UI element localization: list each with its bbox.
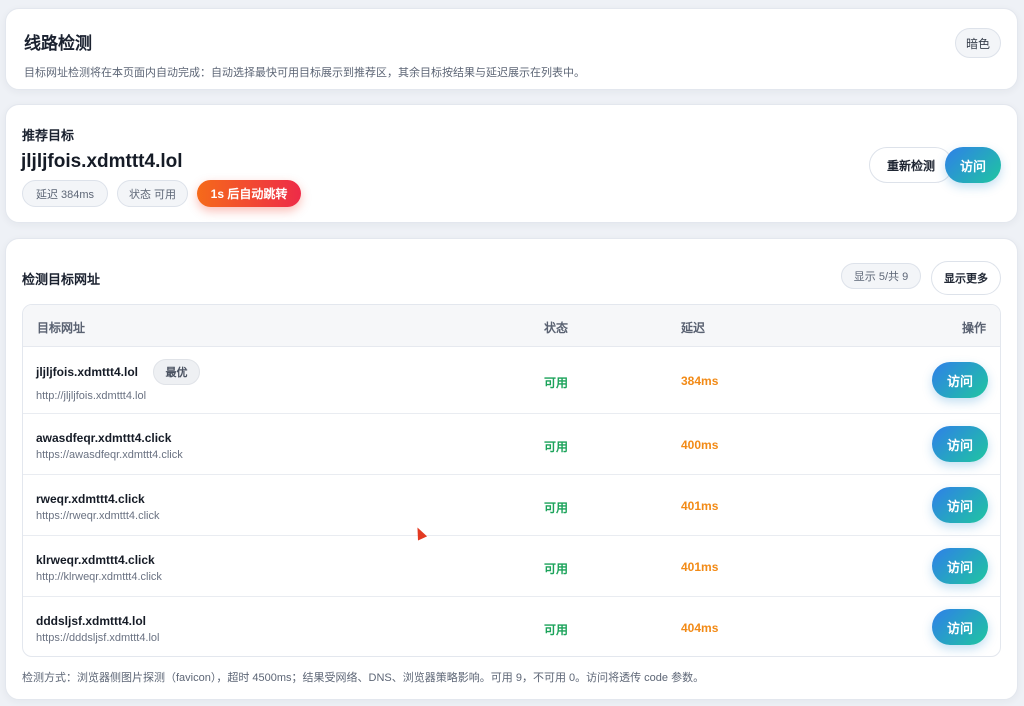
row-latency: 384ms xyxy=(681,374,719,388)
table-row: klrweqr.xdmttt4.click http://klrweqr.xdm… xyxy=(23,536,1000,597)
recommended-visit-button[interactable]: 访问 xyxy=(945,147,1001,183)
row-latency: 404ms xyxy=(681,621,719,635)
detection-footnote: 检测方式：浏览器侧图片探测（favicon），超时 4500ms；结果受网络、D… xyxy=(22,672,705,684)
theme-toggle-button[interactable]: 暗色 xyxy=(955,28,1001,58)
count-badge: 显示 5/共 9 xyxy=(841,263,921,289)
table-row: dddsljsf.xdmttt4.lol https://dddsljsf.xd… xyxy=(23,597,1000,656)
row-visit-button[interactable]: 访问 xyxy=(932,487,988,523)
row-latency: 401ms xyxy=(681,560,719,574)
row-url: https://rweqr.xdmttt4.click xyxy=(36,510,160,522)
page-title: 线路检测 xyxy=(24,34,92,53)
recommended-card: 推荐目标 jljljfois.xdmttt4.lol 延迟 384ms 状态 可… xyxy=(5,104,1018,223)
status-badge: 状态 可用 xyxy=(117,180,188,207)
targets-title: 检测目标网址 xyxy=(22,272,101,287)
row-url: https://awasdfeqr.xdmttt4.click xyxy=(36,449,183,461)
row-status: 可用 xyxy=(544,501,569,515)
row-url: http://jljljfois.xdmttt4.lol xyxy=(36,390,147,402)
row-latency: 401ms xyxy=(681,499,719,513)
page: 线路检测 目标网址检测将在本页面内自动完成：自动选择最快可用目标展示到推荐区，其… xyxy=(0,0,1024,706)
column-header-url: 目标网址 xyxy=(37,321,86,335)
column-header-action: 操作 xyxy=(961,321,986,335)
row-url: http://klrweqr.xdmttt4.click xyxy=(36,571,162,583)
targets-card: 检测目标网址 显示 5/共 9 显示更多 目标网址 状态 延迟 操作 jljlj… xyxy=(5,238,1018,700)
show-more-button[interactable]: 显示更多 xyxy=(931,261,1001,295)
column-header-latency: 延迟 xyxy=(681,321,706,335)
recommended-domain: jljljfois.xdmttt4.lol xyxy=(21,151,183,172)
page-subtitle: 目标网址检测将在本页面内自动完成：自动选择最快可用目标展示到推荐区，其余目标按结… xyxy=(24,67,585,79)
row-host: rweqr.xdmttt4.click xyxy=(36,492,145,506)
row-status: 可用 xyxy=(544,562,569,576)
table-row: jljljfois.xdmttt4.lol 最优 http://jljljfoi… xyxy=(23,347,1000,414)
auto-redirect-badge: 1s 后自动跳转 xyxy=(197,180,301,207)
row-visit-button[interactable]: 访问 xyxy=(932,609,988,645)
row-status: 可用 xyxy=(544,440,569,454)
row-visit-button[interactable]: 访问 xyxy=(932,362,988,398)
row-url: https://dddsljsf.xdmttt4.lol xyxy=(36,632,160,644)
row-visit-button[interactable]: 访问 xyxy=(932,426,988,462)
recommended-label: 推荐目标 xyxy=(22,128,75,143)
row-host: dddsljsf.xdmttt4.lol xyxy=(36,614,147,628)
table-row: awasdfeqr.xdmttt4.click https://awasdfeq… xyxy=(23,414,1000,475)
row-status: 可用 xyxy=(544,376,569,390)
best-badge: 最优 xyxy=(153,359,200,385)
column-header-status: 状态 xyxy=(544,321,569,335)
row-latency: 400ms xyxy=(681,438,719,452)
row-visit-button[interactable]: 访问 xyxy=(932,548,988,584)
targets-table: 目标网址 状态 延迟 操作 jljljfois.xdmttt4.lol 最优 h… xyxy=(22,304,1001,657)
table-row: rweqr.xdmttt4.click https://rweqr.xdmttt… xyxy=(23,475,1000,536)
header-card: 线路检测 目标网址检测将在本页面内自动完成：自动选择最快可用目标展示到推荐区，其… xyxy=(5,8,1018,90)
recheck-button[interactable]: 重新检测 xyxy=(869,147,953,183)
row-status: 可用 xyxy=(544,623,569,637)
latency-badge: 延迟 384ms xyxy=(22,180,108,207)
row-host: jljljfois.xdmttt4.lol xyxy=(36,365,139,379)
table-header: 目标网址 状态 延迟 操作 xyxy=(23,305,1000,347)
row-host: klrweqr.xdmttt4.click xyxy=(36,553,155,567)
row-host: awasdfeqr.xdmttt4.click xyxy=(36,431,172,445)
